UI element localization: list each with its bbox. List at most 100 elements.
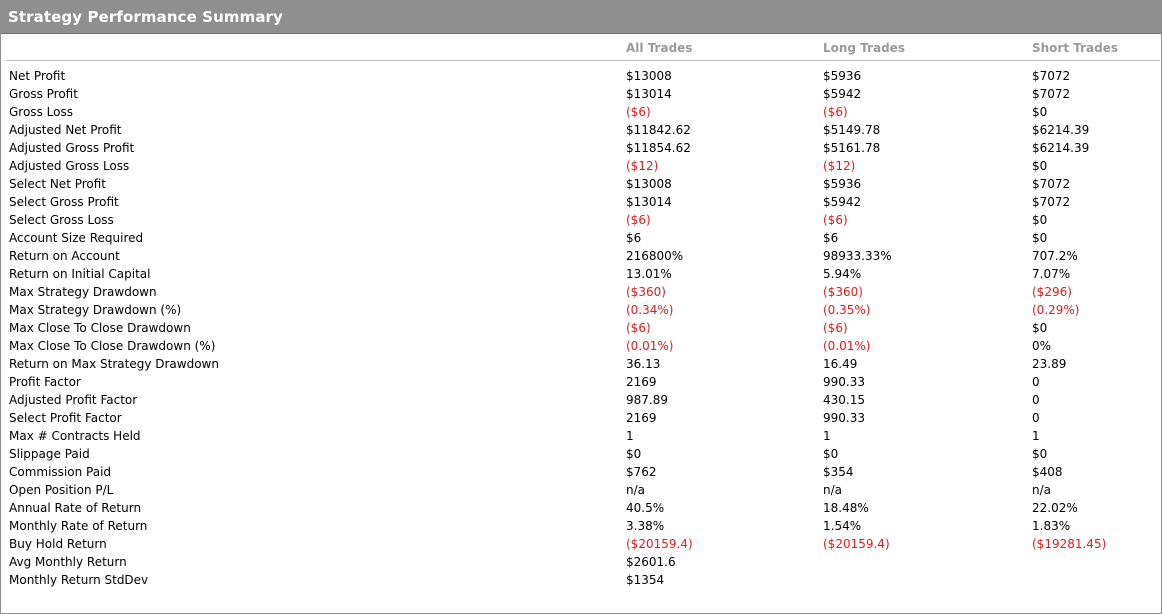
metric-label: Monthly Return StdDev [9,573,149,587]
short-trades-value: $6214.39 [1032,141,1090,155]
table-row: Account Size Required $6 $6 $0 [1,229,1161,247]
all-trades-value: $13014 [626,195,672,209]
long-trades-value: 98933.33% [823,249,892,263]
table-row: Return on Initial Capital 13.01% 5.94% 7.07… [1,265,1161,283]
all-trades-value: ($12) [626,159,659,173]
metric-label: Adjusted Gross Profit [9,141,135,155]
metric-label: Select Net Profit [9,177,107,191]
metric-label: Max # Contracts Held [9,429,141,443]
table-row: Select Profit Factor 2169 990.33 0 [1,409,1161,427]
table-row: Select Net Profit $13008 $5936 $7072 [1,175,1161,193]
all-trades-value: ($6) [626,321,651,335]
long-trades-value: $5936 [823,69,862,83]
metric-label: Annual Rate of Return [9,501,142,515]
metric-label: Select Gross Profit [9,195,119,209]
all-trades-value: $0 [626,447,642,461]
metric-label: Adjusted Net Profit [9,123,122,137]
metric-label: Max Strategy Drawdown [9,285,157,299]
short-trades-value: $408 [1032,465,1063,479]
table-row: Max # Contracts Held 1 1 1 [1,427,1161,445]
metric-label: Select Profit Factor [9,411,122,425]
table-row: Adjusted Net Profit $11842.62 $5149.78 $621… [1,121,1161,139]
long-trades-value: $5942 [823,195,862,209]
metric-label: Commission Paid [9,465,112,479]
short-trades-value: 23.89 [1032,357,1067,371]
short-trades-value: 1 [1032,429,1040,443]
table-row: Max Close To Close Drawdown ($6) ($6) $0 [1,319,1161,337]
long-trades-value: $354 [823,465,854,479]
metric-label: Max Close To Close Drawdown (%) [9,339,216,353]
short-trades-value: 0% [1032,339,1052,353]
all-trades-value: (0.34%) [626,303,674,317]
table-row: Open Position P/L n/a n/a n/a [1,481,1161,499]
metric-label: Gross Loss [9,105,73,119]
short-trades-value: $7072 [1032,195,1071,209]
table-row: Gross Loss ($6) ($6) $0 [1,103,1161,121]
column-header-short-trades: Short Trades [1032,41,1119,55]
short-trades-value: $0 [1032,105,1048,119]
long-trades-value: $6 [823,231,839,245]
metric-label: Adjusted Profit Factor [9,393,138,407]
metric-label: Slippage Paid [9,447,90,461]
short-trades-value: $0 [1032,231,1048,245]
table-row: Max Close To Close Drawdown (%) (0.01%) (0… [1,337,1161,355]
metric-label: Open Position P/L [9,483,114,497]
table-row: Return on Account 216800% 98933.33% 707.2% [1,247,1161,265]
table-row: Select Gross Loss ($6) ($6) $0 [1,211,1161,229]
all-trades-value: 2169 [626,375,657,389]
long-trades-value: 990.33 [823,411,865,425]
table-row: Gross Profit $13014 $5942 $7072 [1,85,1161,103]
long-trades-value: ($6) [823,105,848,119]
table-row: Commission Paid $762 $354 $408 [1,463,1161,481]
all-trades-value: ($20159.4) [626,537,693,551]
all-trades-value: 36.13 [626,357,661,371]
all-trades-value: 1 [626,429,634,443]
table-row: Profit Factor 2169 990.33 0 [1,373,1161,391]
all-trades-value: 987.89 [626,393,668,407]
table-row: Monthly Rate of Return 3.38% 1.54% 1.83% [1,517,1161,535]
all-trades-value: 13.01% [626,267,672,281]
metric-label: Select Gross Loss [9,213,114,227]
long-trades-value: ($6) [823,321,848,335]
long-trades-value: ($6) [823,213,848,227]
header-divider [6,60,1160,61]
long-trades-value: $5936 [823,177,862,191]
long-trades-value: $0 [823,447,839,461]
metric-label: Max Close To Close Drawdown [9,321,191,335]
all-trades-value: $13008 [626,177,672,191]
metric-label: Return on Initial Capital [9,267,151,281]
all-trades-value: 216800% [626,249,684,263]
table-row: Slippage Paid $0 $0 $0 [1,445,1161,463]
short-trades-value: 0 [1032,375,1040,389]
metric-label: Monthly Rate of Return [9,519,148,533]
column-header-all-trades: All Trades [626,41,693,55]
long-trades-value: 430.15 [823,393,865,407]
all-trades-value: $1354 [626,573,665,587]
short-trades-value: $7072 [1032,69,1071,83]
short-trades-value: $0 [1032,159,1048,173]
table-row: Max Strategy Drawdown (%) (0.34%) (0.35%) (… [1,301,1161,319]
long-trades-value: 1.54% [823,519,862,533]
table-row: Annual Rate of Return 40.5% 18.48% 22.02% [1,499,1161,517]
all-trades-value: $762 [626,465,657,479]
metric-label: Account Size Required [9,231,144,245]
short-trades-value: 707.2% [1032,249,1078,263]
short-trades-value: $0 [1032,213,1048,227]
short-trades-value: ($19281.45) [1032,537,1107,551]
short-trades-value: 0 [1032,411,1040,425]
table-row: Select Gross Profit $13014 $5942 $7072 [1,193,1161,211]
table-row: Return on Max Strategy Drawdown 36.13 16.4… [1,355,1161,373]
all-trades-value: 3.38% [626,519,665,533]
metric-label: Gross Profit [9,87,78,101]
all-trades-value: $6 [626,231,642,245]
metric-label: Return on Account [9,249,120,263]
all-trades-value: $13014 [626,87,672,101]
short-trades-value: $7072 [1032,177,1071,191]
all-trades-value: $11854.62 [626,141,691,155]
all-trades-value: n/a [626,483,646,497]
short-trades-value: (0.29%) [1032,303,1080,317]
long-trades-value: n/a [823,483,843,497]
short-trades-value: 22.02% [1032,501,1078,515]
all-trades-value: $2601.6 [626,555,676,569]
long-trades-value: $5149.78 [823,123,881,137]
